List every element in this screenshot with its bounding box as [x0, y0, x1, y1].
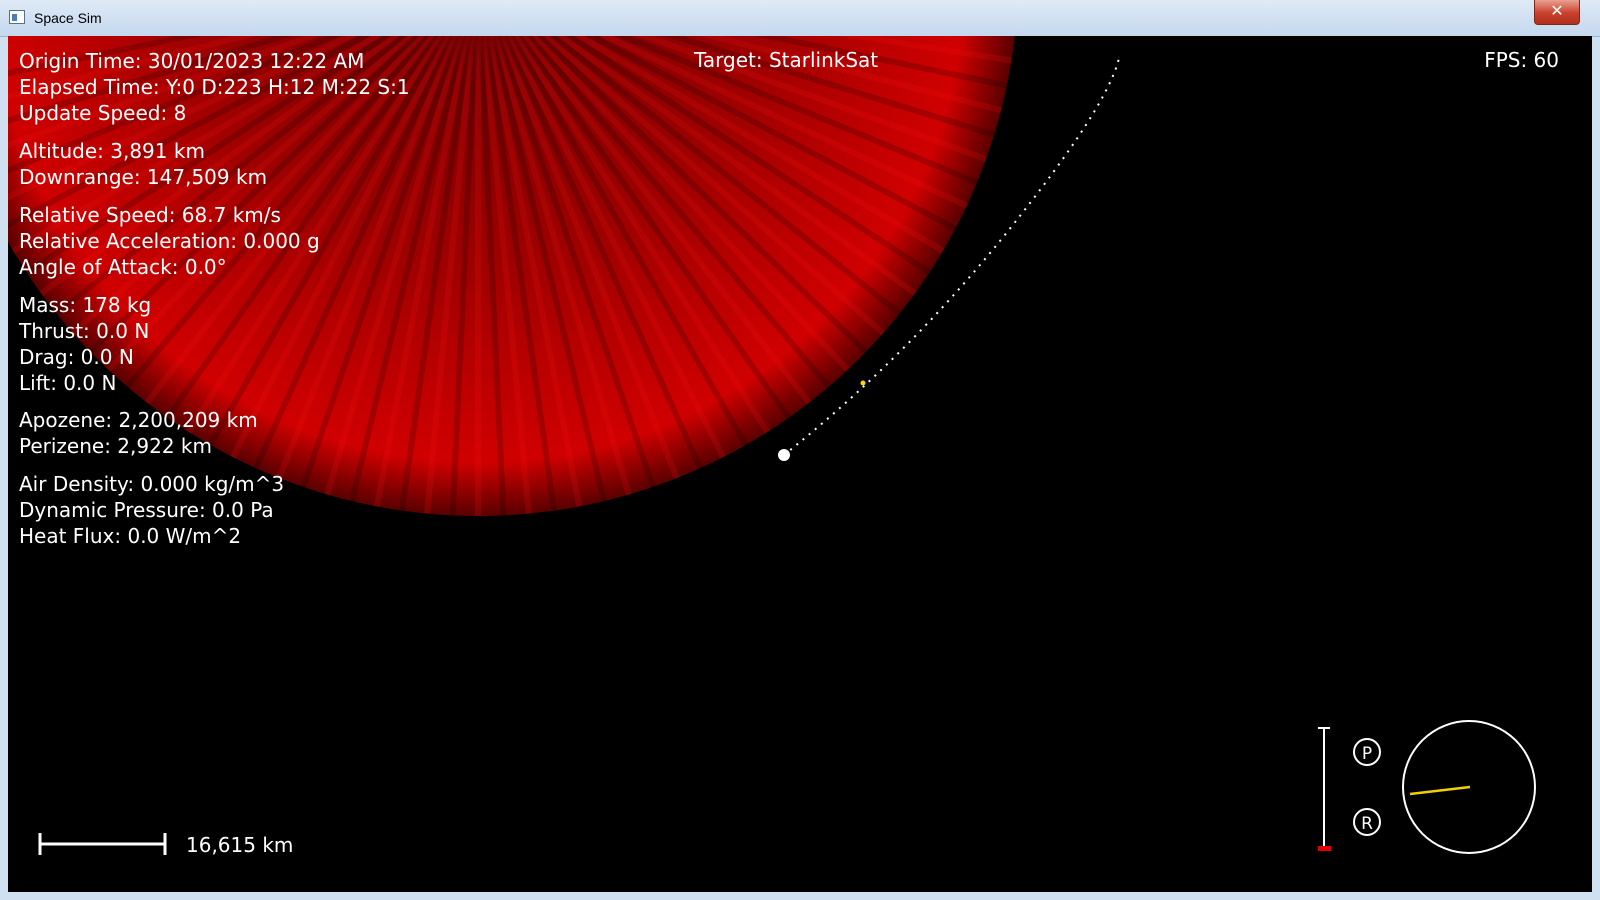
- drag: Drag: 0.0 N: [19, 345, 134, 369]
- window-titlebar: Space Sim ✕: [0, 0, 1600, 37]
- prograde-icon: P: [1353, 738, 1381, 766]
- heading-indicator: [1402, 720, 1536, 854]
- close-button[interactable]: ✕: [1534, 0, 1580, 25]
- elapsed-time: Elapsed Time: Y:0 D:223 H:12 M:22 S:1: [19, 75, 410, 99]
- angle-of-attack: Angle of Attack: 0.0°: [19, 255, 227, 279]
- hud-forces-block: Mass: 178 kg Thrust: 0.0 N Drag: 0.0 N L…: [19, 292, 151, 396]
- window-app-icon: [9, 10, 25, 24]
- hud-position-block: Altitude: 3,891 km Downrange: 147,509 km: [19, 138, 267, 190]
- target-marker[interactable]: [860, 380, 866, 386]
- scale-bar-label: 16,615 km: [186, 833, 294, 857]
- heat-flux: Heat Flux: 0.0 W/m^2: [19, 524, 242, 548]
- thrust: Thrust: 0.0 N: [19, 319, 150, 343]
- spacecraft-marker[interactable]: [778, 449, 790, 461]
- mass: Mass: 178 kg: [19, 293, 152, 317]
- perizene: Perizene: 2,922 km: [19, 434, 212, 458]
- target-label: Target: StarlinkSat: [694, 48, 879, 72]
- hud-time-block: Origin Time: 30/01/2023 12:22 AM Elapsed…: [19, 48, 410, 126]
- hud-motion-block: Relative Speed: 68.7 km/s Relative Accel…: [19, 202, 320, 280]
- air-density: Air Density: 0.000 kg/m^3: [19, 472, 285, 496]
- update-speed: Update Speed: 8: [19, 101, 187, 125]
- heading-needle: [1409, 785, 1471, 796]
- hud-atmosphere-block: Air Density: 0.000 kg/m^3 Dynamic Pressu…: [19, 471, 284, 549]
- apozene: Apozene: 2,200,209 km: [19, 408, 258, 432]
- fps-counter: FPS: 60: [1484, 48, 1559, 72]
- scale-bar: [38, 833, 167, 855]
- altitude: Altitude: 3,891 km: [19, 139, 205, 163]
- relative-speed: Relative Speed: 68.7 km/s: [19, 203, 281, 227]
- relative-acceleration: Relative Acceleration: 0.000 g: [19, 229, 320, 253]
- hud-orbit-block: Apozene: 2,200,209 km Perizene: 2,922 km: [19, 407, 258, 459]
- retrograde-icon: R: [1353, 808, 1381, 836]
- throttle-level: [1318, 846, 1331, 851]
- window-title: Space Sim: [34, 10, 102, 26]
- downrange: Downrange: 147,509 km: [19, 165, 268, 189]
- throttle-gauge: [1318, 727, 1331, 851]
- lift: Lift: 0.0 N: [19, 371, 117, 395]
- window-frame-bottom: [0, 892, 1600, 900]
- origin-time: Origin Time: 30/01/2023 12:22 AM: [19, 49, 365, 73]
- dynamic-pressure: Dynamic Pressure: 0.0 Pa: [19, 498, 274, 522]
- simulation-viewport[interactable]: Origin Time: 30/01/2023 12:22 AM Elapsed…: [8, 36, 1592, 892]
